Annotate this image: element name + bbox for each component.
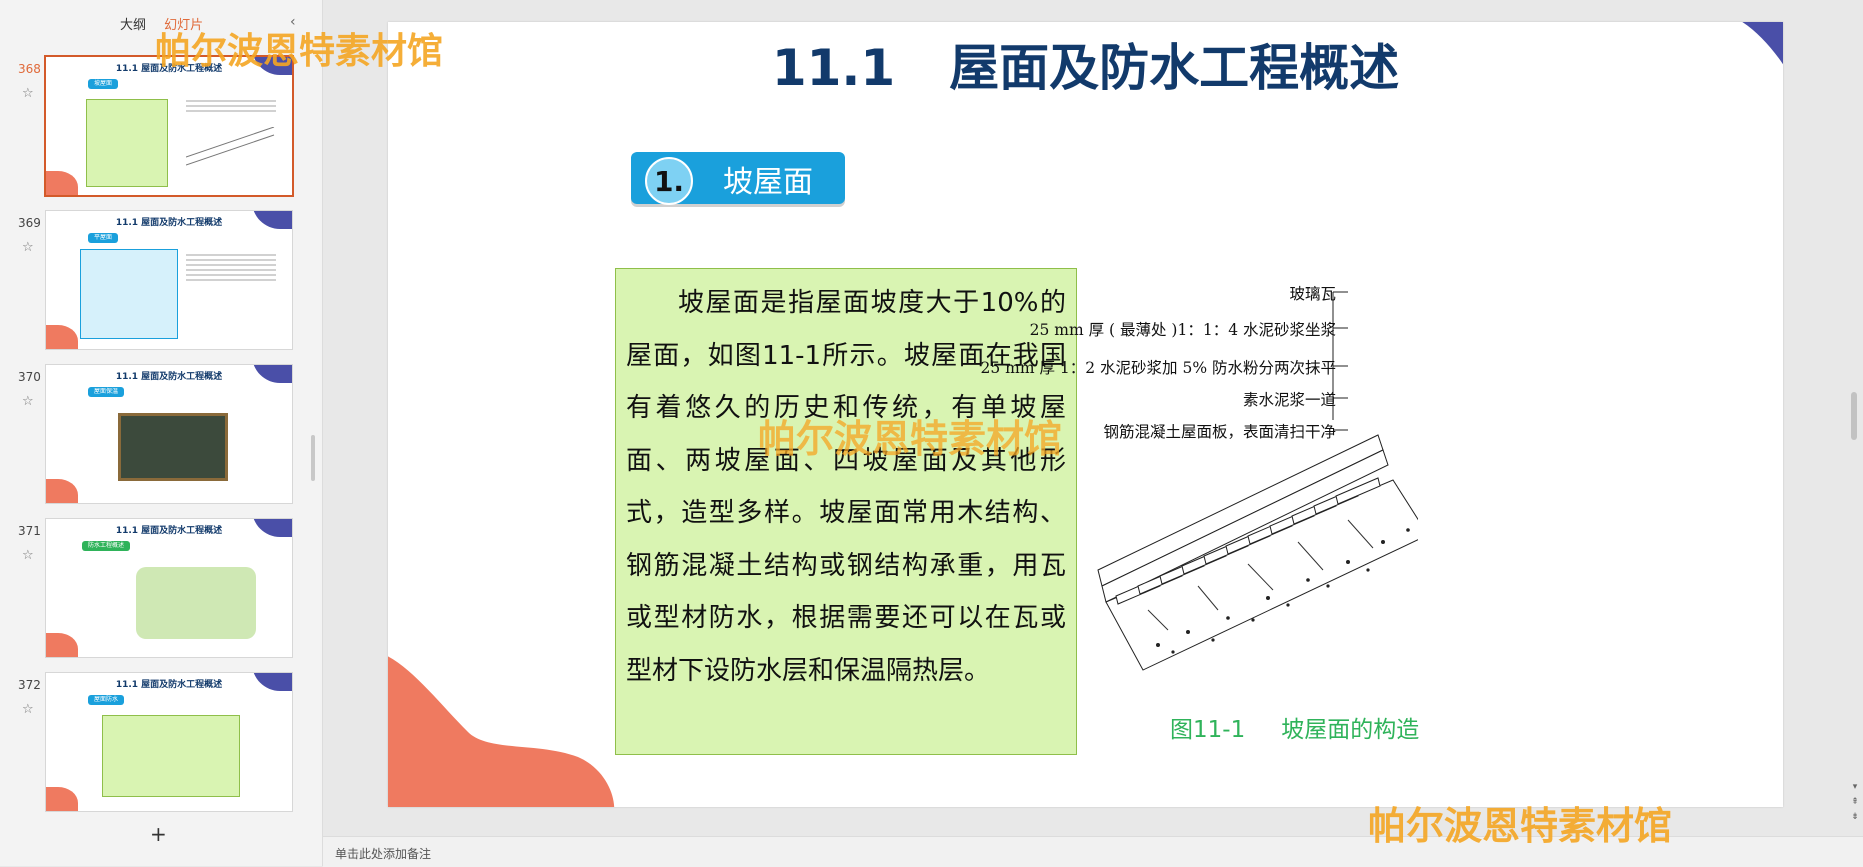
- editing-canvas: 11.1 屋面及防水工程概述 1. 坡屋面 坡屋面是指屋面坡度大于10%的屋面，如…: [323, 0, 1863, 836]
- layer-label: 25 mm 厚 ( 最薄处 )1：1：4 水泥砂浆坐浆: [1029, 321, 1336, 339]
- thumbnail-badge: 平屋面: [88, 233, 119, 243]
- layer-label: 25 mm 厚 1：2 水泥砂浆加 5% 防水粉分两次抹平: [980, 359, 1337, 377]
- slide-panel: 大纲 幻灯片 ‹ 368 ☆ 11.1 屋面及防水工程概述 坡屋面 369 ☆ …: [0, 0, 323, 866]
- star-icon[interactable]: ☆: [22, 394, 34, 409]
- star-icon[interactable]: ☆: [22, 548, 34, 563]
- slide-number: 371: [18, 524, 41, 538]
- decor-blob-coral: [388, 656, 615, 807]
- slide[interactable]: 11.1 屋面及防水工程概述 1. 坡屋面 坡屋面是指屋面坡度大于10%的屋面，如…: [388, 22, 1783, 807]
- panel-splitter[interactable]: [311, 435, 315, 481]
- vertical-scrollbar[interactable]: [1851, 392, 1857, 440]
- roof-section-drawing: [1097, 291, 1429, 671]
- thumbnail-title: 11.1 屋面及防水工程概述: [115, 218, 223, 228]
- title-text: 屋面及防水工程概述: [949, 39, 1400, 97]
- roof-diagram: 玻璃瓦 25 mm 厚 ( 最薄处 )1：1：4 水泥砂浆坐浆 25 mm 厚 …: [981, 280, 1429, 680]
- layer-label: 玻璃瓦: [1289, 285, 1336, 303]
- slide-thumbnail[interactable]: 11.1 屋面及防水工程概述 屋面防水: [45, 672, 293, 812]
- thumbnail-title: 11.1 屋面及防水工程概述: [115, 680, 223, 690]
- slide-number: 372: [18, 678, 41, 692]
- thumbnail-title: 11.1 屋面及防水工程概述: [115, 526, 223, 536]
- thumbnail-row[interactable]: 372 ☆ 11.1 屋面及防水工程概述 屋面防水: [0, 672, 322, 818]
- slide-thumbnail[interactable]: 11.1 屋面及防水工程概述 坡屋面: [44, 55, 294, 197]
- title-number: 11.1: [771, 39, 896, 97]
- slide-number: 370: [18, 370, 41, 384]
- thumbnail-badge: 坡屋面: [88, 79, 119, 89]
- thumbnail-badge: 屋面保温: [88, 387, 125, 397]
- slide-thumbnail[interactable]: 11.1 屋面及防水工程概述 平屋面: [45, 210, 293, 350]
- layer-label: 钢筋混凝土屋面板，表面清扫干净: [1103, 423, 1336, 441]
- star-icon[interactable]: ☆: [22, 86, 34, 101]
- slide-thumbnail[interactable]: 11.1 屋面及防水工程概述 屋面保温: [45, 364, 293, 504]
- slide-number: 369: [18, 216, 41, 230]
- watermark: 帕尔波恩特素材馆: [1368, 803, 1673, 848]
- slide-nav-arrows[interactable]: ▾ ⇞ ⇟: [1849, 780, 1861, 825]
- star-icon[interactable]: ☆: [22, 702, 34, 717]
- slide-thumbnail[interactable]: 11.1 屋面及防水工程概述 防水工程概述: [45, 518, 293, 658]
- add-slide-button[interactable]: +: [150, 822, 167, 846]
- thumbnail-row[interactable]: 368 ☆ 11.1 屋面及防水工程概述 坡屋面: [0, 55, 322, 202]
- layer-label: 素水泥浆一道: [1242, 391, 1336, 409]
- slide-title: 11.1 屋面及防水工程概述: [388, 28, 1783, 100]
- watermark: 帕尔波恩特素材馆: [155, 30, 444, 72]
- mini-figure: [186, 127, 275, 166]
- thumbnail-badge: 屋面防水: [88, 695, 125, 705]
- watermark: 帕尔波恩特素材馆: [758, 416, 1063, 461]
- thumbnail-title: 11.1 屋面及防水工程概述: [115, 372, 223, 382]
- figure-caption: 图11-1 坡屋面的构造: [1170, 710, 1419, 744]
- caption-number: 图11-1: [1170, 717, 1246, 743]
- thumbnail-row[interactable]: 371 ☆ 11.1 屋面及防水工程概述 防水工程概述: [0, 518, 322, 664]
- slide-number: 368: [18, 62, 41, 76]
- star-icon[interactable]: ☆: [22, 240, 34, 255]
- notes-placeholder: 单击此处添加备注: [335, 847, 432, 861]
- ppt-window: 大纲 幻灯片 ‹ 368 ☆ 11.1 屋面及防水工程概述 坡屋面 369 ☆ …: [0, 0, 1863, 867]
- thumbnail-row[interactable]: 370 ☆ 11.1 屋面及防水工程概述 屋面保温: [0, 364, 322, 510]
- thumbnail-row[interactable]: 369 ☆ 11.1 屋面及防水工程概述 平屋面: [0, 210, 322, 356]
- thumbnail-badge: 防水工程概述: [82, 541, 131, 551]
- section-label: 坡屋面: [723, 165, 813, 200]
- section-number: 1.: [645, 157, 693, 205]
- section-badge: 1. 坡屋面: [631, 152, 845, 205]
- tab-outline[interactable]: 大纲: [120, 18, 146, 33]
- caption-text: 坡屋面的构造: [1281, 717, 1420, 743]
